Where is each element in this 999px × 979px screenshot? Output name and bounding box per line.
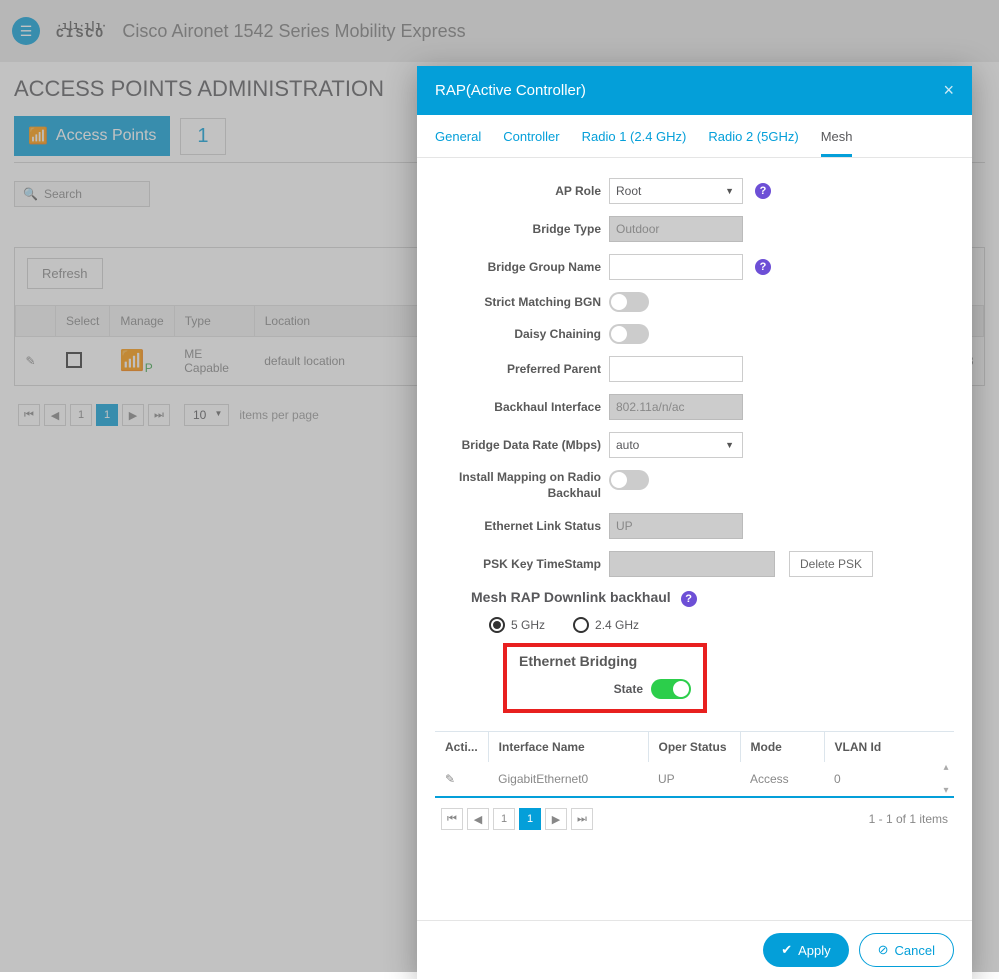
tab-controller[interactable]: Controller [503,129,559,157]
bgn-field[interactable] [609,254,743,280]
modal-footer: ✔ Apply ⊘ Cancel [417,920,972,979]
pref-parent-field[interactable] [609,356,743,382]
backhaul-section-title: Mesh RAP Downlink backhaul ? [471,589,954,607]
col-oper: Oper Status [648,732,740,762]
cell-mode: Access [740,762,824,796]
col-mode: Mode [740,732,824,762]
backhaul-radio-group: 5 GHz 2.4 GHz [489,617,954,633]
lbl-eth-status: Ethernet Link Status [435,519,601,533]
col-acti: Acti... [435,732,488,762]
modal-title: RAP(Active Controller) [435,82,586,99]
lbl-state: State [614,682,643,696]
radio-icon [489,617,505,633]
cell-oper: UP [648,762,740,796]
cancel-icon: ⊘ [878,942,889,958]
help-icon[interactable]: ? [755,183,771,199]
lbl-install-mapping: Install Mapping on Radio Backhaul [435,470,601,501]
check-icon: ✔ [781,942,792,958]
eth-bridge-toggle[interactable] [651,679,691,699]
bridge-type-field [609,216,743,242]
lbl-bgn: Bridge Group Name [435,260,601,274]
modal-tabs: General Controller Radio 1 (2.4 GHz) Rad… [417,115,972,158]
pager-total: 1 [519,808,541,830]
table-scrollbar[interactable]: ▴ ▾ [938,762,954,796]
daisy-toggle[interactable] [609,324,649,344]
pager-page-input[interactable]: 1 [493,808,515,830]
ap-role-select[interactable]: Root [609,178,743,204]
edit-icon[interactable]: ✎ [445,772,455,786]
help-icon[interactable]: ? [681,591,697,607]
col-ifname: Interface Name [488,732,648,762]
lbl-strict-bgn: Strict Matching BGN [435,295,601,309]
lbl-backhaul-if: Backhaul Interface [435,400,601,414]
pager-prev[interactable]: ◀ [467,808,489,830]
table-row[interactable]: ✎ GigabitEthernet0 UP Access 0 [435,762,954,796]
backhaul-if-field [609,394,743,420]
eth-bridge-title: Ethernet Bridging [519,653,691,669]
rap-modal: RAP(Active Controller) × General Control… [417,66,972,979]
pager-last[interactable]: ⏭ [571,808,593,830]
modal-header: RAP(Active Controller) × [417,66,972,115]
delete-psk-button[interactable]: Delete PSK [789,551,873,577]
interface-table-wrap: Acti... Interface Name Oper Status Mode … [435,731,954,798]
modal-body: AP Role Root ? Bridge Type Bridge Group … [417,158,972,850]
apply-button[interactable]: ✔ Apply [763,933,848,967]
cell-vlan: 0 [824,762,954,796]
strict-bgn-toggle[interactable] [609,292,649,312]
col-vlan: VLAN Id [824,732,954,762]
eth-status-field [609,513,743,539]
lbl-pref-parent: Preferred Parent [435,362,601,376]
scroll-up-icon: ▴ [943,762,948,773]
lbl-data-rate: Bridge Data Rate (Mbps) [435,438,601,452]
lbl-daisy: Daisy Chaining [435,327,601,341]
cancel-button[interactable]: ⊘ Cancel [859,933,954,967]
radio-5ghz[interactable]: 5 GHz [489,617,545,633]
data-rate-select[interactable]: auto [609,432,743,458]
close-icon[interactable]: × [943,80,954,101]
pager-summary: 1 - 1 of 1 items [869,812,948,826]
lbl-psk-ts: PSK Key TimeStamp [435,557,601,571]
lbl-bridge-type: Bridge Type [435,222,601,236]
lbl-ap-role: AP Role [435,184,601,198]
psk-ts-field [609,551,775,577]
ethernet-bridging-highlight: Ethernet Bridging State [503,643,707,713]
if-pager: ⏮ ◀ 1 1 ▶ ⏭ 1 - 1 of 1 items [435,798,954,840]
install-mapping-toggle[interactable] [609,470,649,490]
tab-general[interactable]: General [435,129,481,157]
scroll-down-icon: ▾ [943,785,948,796]
interface-table: Acti... Interface Name Oper Status Mode … [435,732,954,796]
pager-first[interactable]: ⏮ [441,808,463,830]
help-icon[interactable]: ? [755,259,771,275]
radio-24ghz[interactable]: 2.4 GHz [573,617,639,633]
radio-icon [573,617,589,633]
pager-next[interactable]: ▶ [545,808,567,830]
tab-radio1[interactable]: Radio 1 (2.4 GHz) [582,129,687,157]
tab-radio2[interactable]: Radio 2 (5GHz) [708,129,798,157]
cell-ifname: GigabitEthernet0 [488,762,648,796]
tab-mesh[interactable]: Mesh [821,129,853,157]
